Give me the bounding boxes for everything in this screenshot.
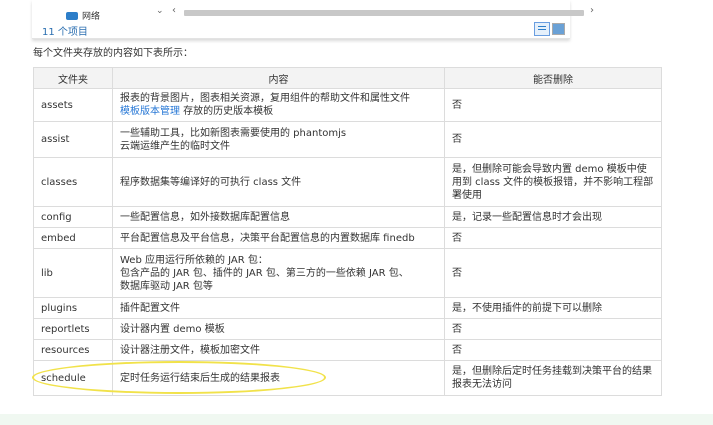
header-content: 内容 — [112, 67, 445, 89]
header-folder: 文件夹 — [33, 67, 113, 89]
scroll-thumb[interactable] — [184, 10, 584, 16]
highlight-ellipse — [32, 361, 326, 394]
table-row: assets 报表的背景图片，图表相关资源，复用组件的帮助文件和属性文件 模板版本… — [33, 88, 662, 122]
table-header-row: 文件夹 内容 能否删除 — [33, 67, 662, 89]
deletable-cell: 否 — [444, 318, 662, 340]
folder-table: 文件夹 内容 能否删除 assets 报表的背景图片，图表相关资源，复用组件的帮… — [33, 67, 662, 396]
content-text: 一些辅助工具，比如新图表需要使用的 phantomjs — [120, 127, 347, 139]
deletable-cell: 是，但删除可能会导致内置 demo 模板中使用到 class 文件的模板报错，并… — [444, 157, 662, 207]
template-version-link[interactable]: 模板版本管理 — [120, 106, 180, 117]
table-row: lib Web 应用运行所依赖的 JAR 包： 包含产品的 JAR 包、插件的 J… — [33, 248, 662, 298]
table-row: plugins 插件配置文件 是，不使用插件的前提下可以删除 — [33, 297, 662, 319]
content-text: 存放的历史版本模板 — [180, 106, 274, 117]
folder-cell: assist — [33, 121, 113, 158]
deletable-cell: 是，不使用插件的前提下可以删除 — [444, 297, 662, 319]
deletable-cell: 否 — [444, 88, 662, 122]
deletable-cell: 否 — [444, 227, 662, 249]
deletable-cell: 否 — [444, 121, 662, 158]
scroll-right-arrow[interactable]: › — [590, 5, 594, 16]
content-cell: 程序数据集等编译好的可执行 class 文件 — [112, 157, 445, 207]
folder-cell: reportlets — [33, 318, 113, 340]
table-row: config 一些配置信息，如外接数据库配置信息 是，记录一些配置信息时才会出现 — [33, 206, 662, 228]
bottom-band — [0, 414, 713, 425]
network-icon — [66, 11, 78, 20]
folder-cell: config — [33, 206, 113, 228]
content-cell: 插件配置文件 — [112, 297, 445, 319]
content-text: 包含产品的 JAR 包、插件的 JAR 包、第三方的一些依赖 JAR 包、 — [120, 267, 409, 279]
deletable-cell: 是，记录一些配置信息时才会出现 — [444, 206, 662, 228]
content-text: 云端运维产生的临时文件 — [120, 140, 230, 152]
item-count-status: 11 个项目 — [42, 27, 88, 38]
folder-cell: classes — [33, 157, 113, 207]
table-row: reportlets 设计器内置 demo 模板 否 — [33, 318, 662, 340]
folder-cell: assets — [33, 88, 113, 122]
deletable-cell: 是，但删除后定时任务挂载到决策平台的结果报表无法访问 — [444, 360, 662, 396]
content-cell: 报表的背景图片，图表相关资源，复用组件的帮助文件和属性文件 模板版本管理 存放的历… — [112, 88, 445, 122]
folder-cell: lib — [33, 248, 113, 298]
large-icons-view-icon[interactable] — [552, 23, 565, 35]
content-text: Web 应用运行所依赖的 JAR 包： — [120, 254, 268, 266]
folder-cell: embed — [33, 227, 113, 249]
content-text: 报表的背景图片，图表相关资源，复用组件的帮助文件和属性文件 — [120, 93, 410, 104]
header-deletable: 能否删除 — [444, 67, 662, 89]
content-cell: 一些辅助工具，比如新图表需要使用的 phantomjs 云端运维产生的临时文件 — [112, 121, 445, 158]
table-row: embed 平台配置信息及平台信息，决策平台配置信息的内置数据库 finedb … — [33, 227, 662, 249]
chevron-down-icon[interactable]: ⌄ — [156, 6, 164, 16]
details-view-icon[interactable] — [534, 22, 550, 36]
folder-cell: resources — [33, 339, 113, 361]
content-cell: 一些配置信息，如外接数据库配置信息 — [112, 206, 445, 228]
table-row: resources 设计器注册文件，模板加密文件 否 — [33, 339, 662, 361]
table-row: classes 程序数据集等编译好的可执行 class 文件 是，但删除可能会导… — [33, 157, 662, 207]
scroll-left-arrow[interactable]: ‹ — [172, 5, 176, 16]
deletable-cell: 否 — [444, 339, 662, 361]
folder-cell: plugins — [33, 297, 113, 319]
deletable-cell: 否 — [444, 248, 662, 298]
content-cell: 设计器内置 demo 模板 — [112, 318, 445, 340]
nav-item-network[interactable]: 网络 — [66, 9, 100, 22]
file-explorer-window: 网络 ⌄ ‹ › 11 个项目 — [32, 0, 594, 39]
content-cell: 平台配置信息及平台信息，决策平台配置信息的内置数据库 finedb — [112, 227, 445, 249]
content-cell: 设计器注册文件，模板加密文件 — [112, 339, 445, 361]
content-text: 数据库驱动 JAR 包等 — [120, 280, 213, 292]
content-cell: Web 应用运行所依赖的 JAR 包： 包含产品的 JAR 包、插件的 JAR 包… — [112, 248, 445, 298]
nav-item-network-label: 网络 — [82, 12, 101, 22]
intro-text: 每个文件夹存放的内容如下表所示： — [33, 48, 193, 59]
table-row: assist 一些辅助工具，比如新图表需要使用的 phantomjs 云端运维产生… — [33, 121, 662, 158]
horizontal-scrollbar[interactable]: ‹ › — [172, 5, 597, 18]
